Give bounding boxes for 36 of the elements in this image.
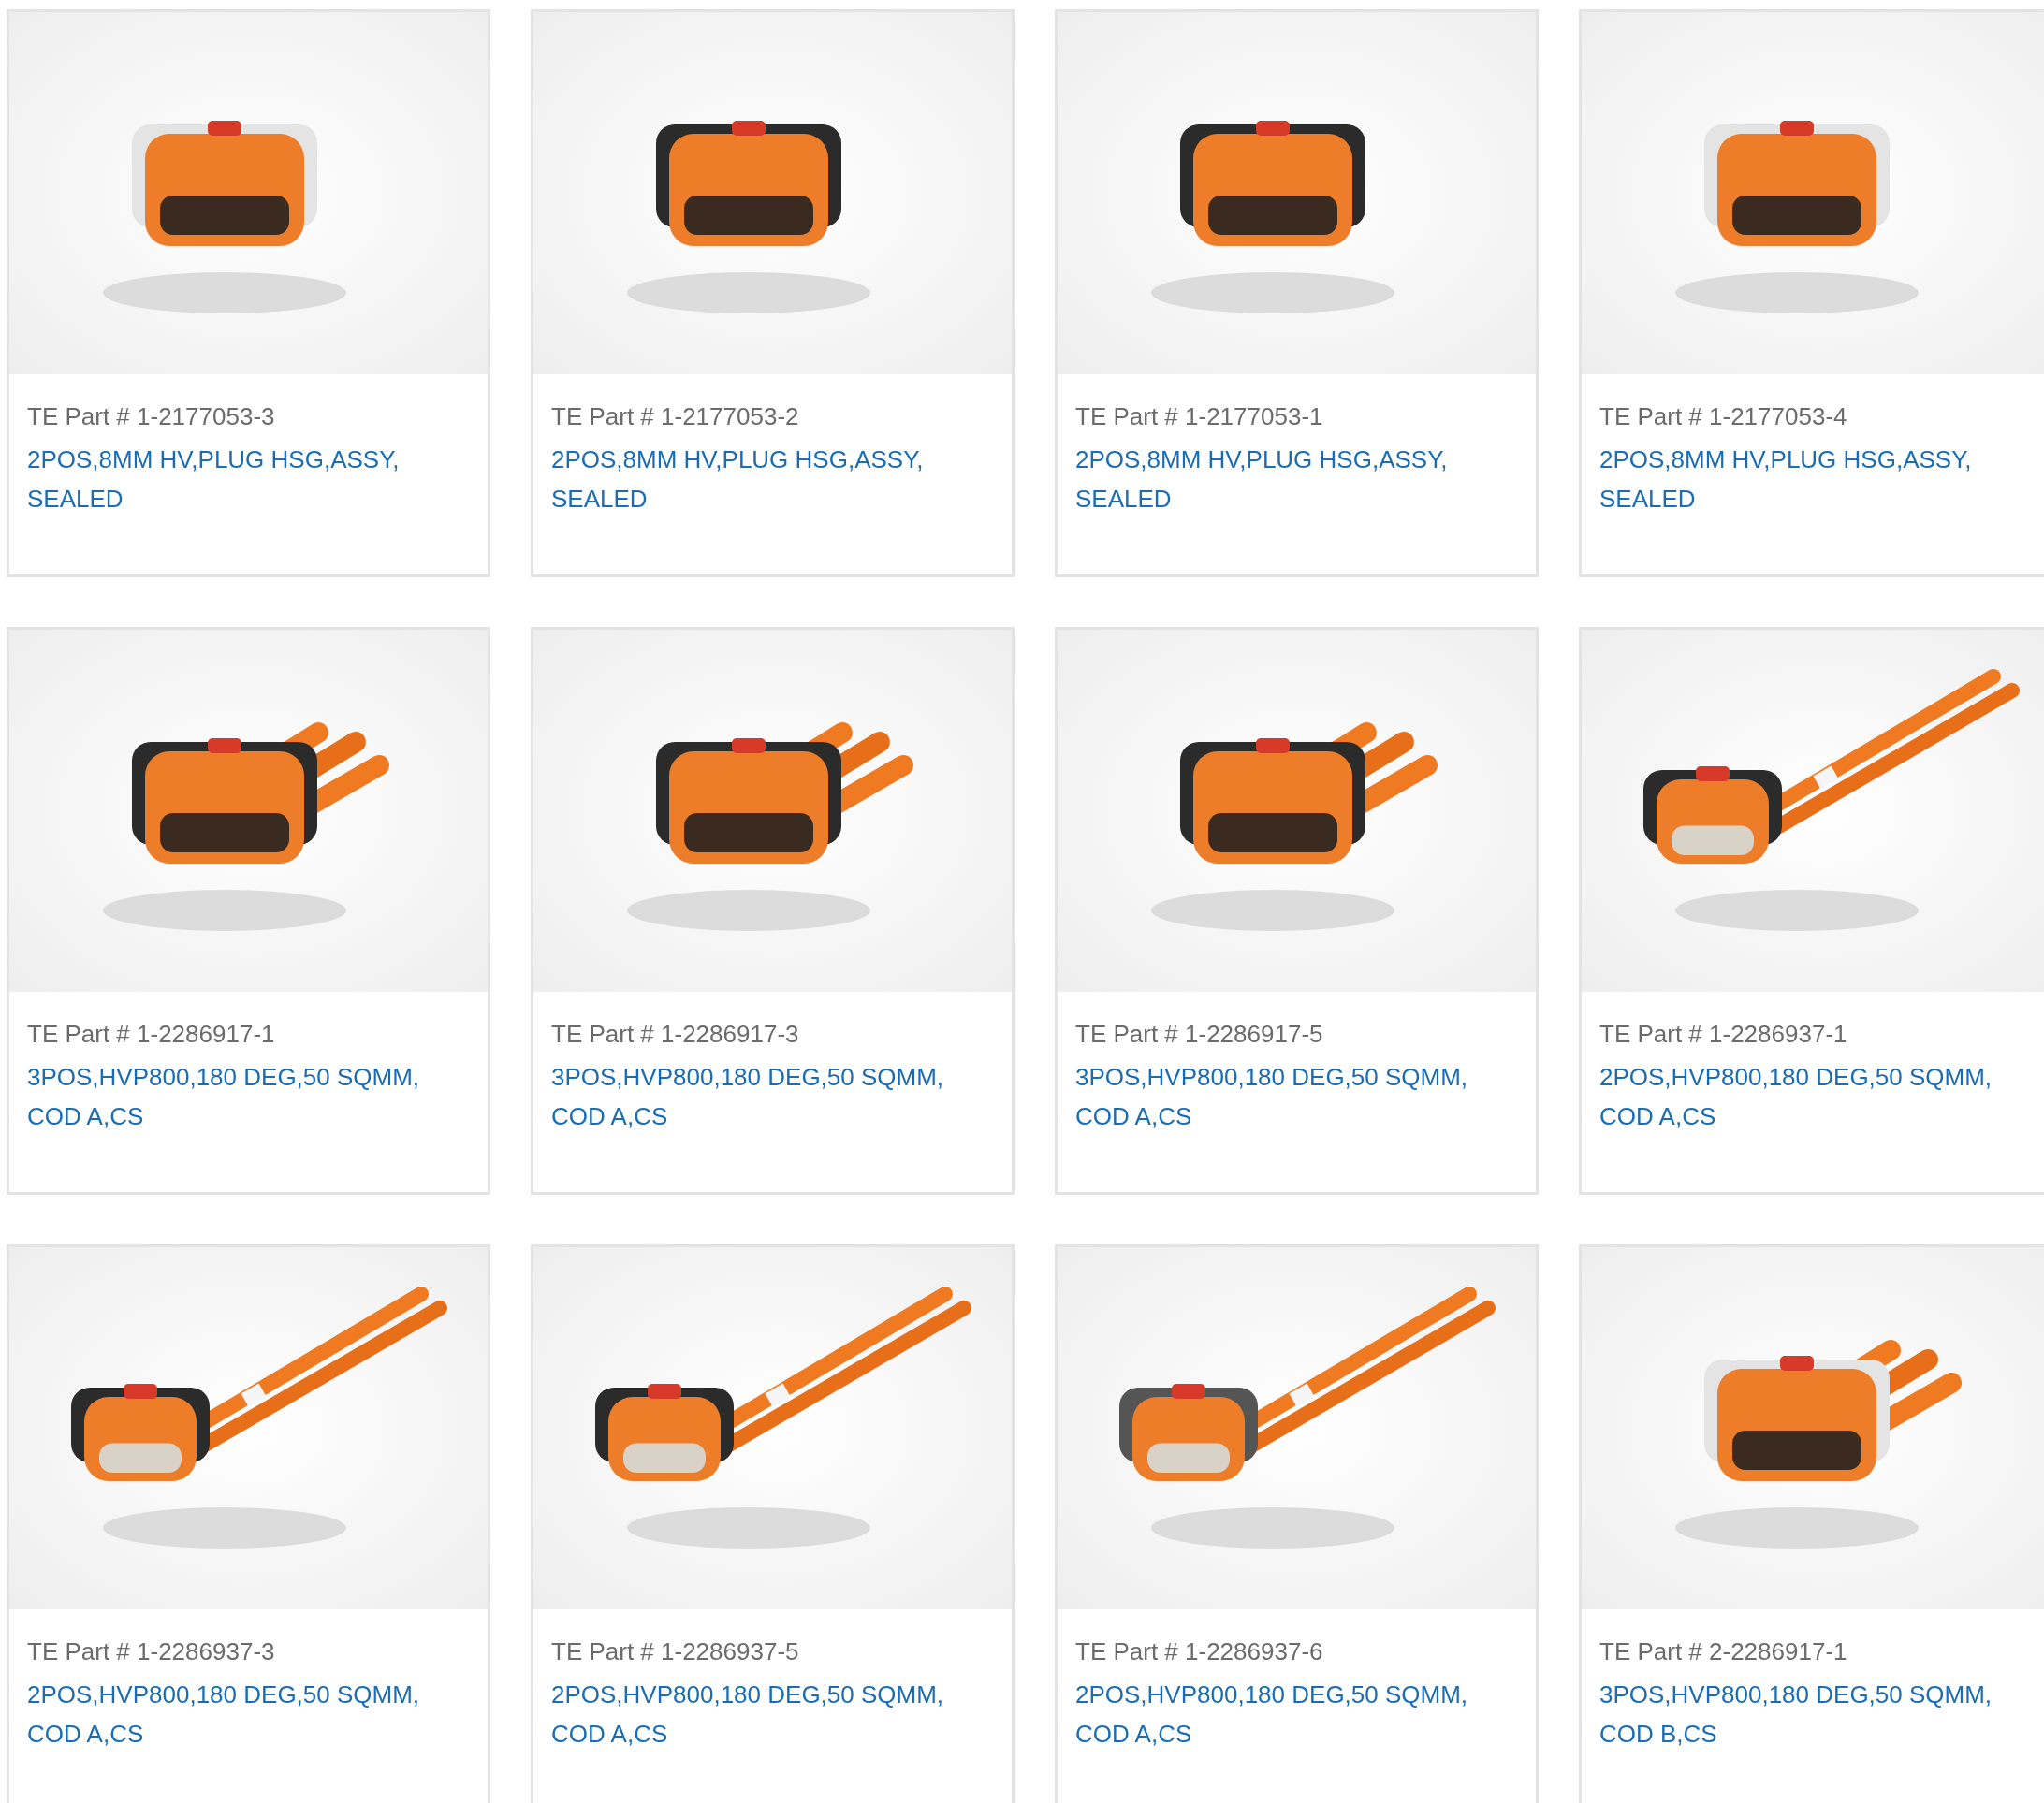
part-number: TE Part # 1-2286937-5 — [551, 1636, 799, 1667]
product-card[interactable]: TE Part # 1-2286917-5 3POS,HVP800,180 DEG,50 SQMM, COD A,CS — [1055, 627, 1539, 1195]
product-card[interactable]: TE Part # 1-2177053-1 2POS,8MM HV,PLUG HSG,ASSY, SEALED — [1055, 9, 1539, 577]
product-card[interactable]: TE Part # 1-2286917-1 3POS,HVP800,180 DEG,50 SQMM, COD A,CS — [7, 627, 490, 1195]
part-number: TE Part # 1-2286937-1 — [1599, 1019, 1847, 1050]
product-card[interactable]: TE Part # 1-2286937-5 2POS,HVP800,180 DEG,50 SQMM, COD A,CS — [531, 1244, 1015, 1803]
product-card[interactable]: TE Part # 1-2177053-4 2POS,8MM HV,PLUG HSG,ASSY, SEALED — [1579, 9, 2044, 577]
product-link[interactable]: 2POS,8MM HV,PLUG HSG,ASSY, SEALED — [551, 440, 991, 518]
product-link[interactable]: 3POS,HVP800,180 DEG,50 SQMM, COD A,CS — [1075, 1057, 1515, 1136]
product-link[interactable]: 2POS,8MM HV,PLUG HSG,ASSY, SEALED — [1075, 440, 1515, 518]
product-link[interactable]: 2POS,HVP800,180 DEG,50 SQMM, COD A,CS — [551, 1675, 991, 1753]
product-card[interactable]: TE Part # 1-2286937-3 2POS,HVP800,180 DEG,50 SQMM, COD A,CS — [7, 1244, 490, 1803]
product-link[interactable]: 3POS,HVP800,180 DEG,50 SQMM, COD B,CS — [1599, 1675, 2039, 1753]
product-link[interactable]: 2POS,8MM HV,PLUG HSG,ASSY, SEALED — [1599, 440, 2039, 518]
product-link[interactable]: 2POS,HVP800,180 DEG,50 SQMM, COD A,CS — [1075, 1675, 1515, 1753]
product-card[interactable]: TE Part # 1-2177053-3 2POS,8MM HV,PLUG HSG,ASSY, SEALED — [7, 9, 490, 577]
product-link[interactable]: 3POS,HVP800,180 DEG,50 SQMM, COD A,CS — [27, 1057, 467, 1136]
product-card[interactable]: TE Part # 1-2286937-6 2POS,HVP800,180 DEG,50 SQMM, COD A,CS — [1055, 1244, 1539, 1803]
product-link[interactable]: 2POS,8MM HV,PLUG HSG,ASSY, SEALED — [27, 440, 467, 518]
product-card[interactable]: TE Part # 2-2286917-1 3POS,HVP800,180 DEG,50 SQMM, COD B,CS — [1579, 1244, 2044, 1803]
part-number: TE Part # 1-2177053-1 — [1075, 401, 1323, 432]
part-number: TE Part # 1-2177053-4 — [1599, 401, 1847, 432]
part-number: TE Part # 1-2286917-5 — [1075, 1019, 1323, 1050]
part-number: TE Part # 1-2286937-6 — [1075, 1636, 1323, 1667]
product-link[interactable]: 2POS,HVP800,180 DEG,50 SQMM, COD A,CS — [27, 1675, 467, 1753]
product-link[interactable]: 3POS,HVP800,180 DEG,50 SQMM, COD A,CS — [551, 1057, 991, 1136]
part-number: TE Part # 1-2286917-3 — [551, 1019, 799, 1050]
product-link[interactable]: 2POS,HVP800,180 DEG,50 SQMM, COD A,CS — [1599, 1057, 2039, 1136]
part-number: TE Part # 1-2177053-3 — [27, 401, 275, 432]
part-number: TE Part # 1-2286937-3 — [27, 1636, 275, 1667]
product-card[interactable]: TE Part # 1-2286937-1 2POS,HVP800,180 DEG,50 SQMM, COD A,CS — [1579, 627, 2044, 1195]
part-number: TE Part # 1-2177053-2 — [551, 401, 799, 432]
part-number: TE Part # 1-2286917-1 — [27, 1019, 275, 1050]
product-card[interactable]: TE Part # 1-2286917-3 3POS,HVP800,180 DEG,50 SQMM, COD A,CS — [531, 627, 1015, 1195]
product-card[interactable]: TE Part # 1-2177053-2 2POS,8MM HV,PLUG HSG,ASSY, SEALED — [531, 9, 1015, 577]
part-number: TE Part # 2-2286917-1 — [1599, 1636, 1847, 1667]
